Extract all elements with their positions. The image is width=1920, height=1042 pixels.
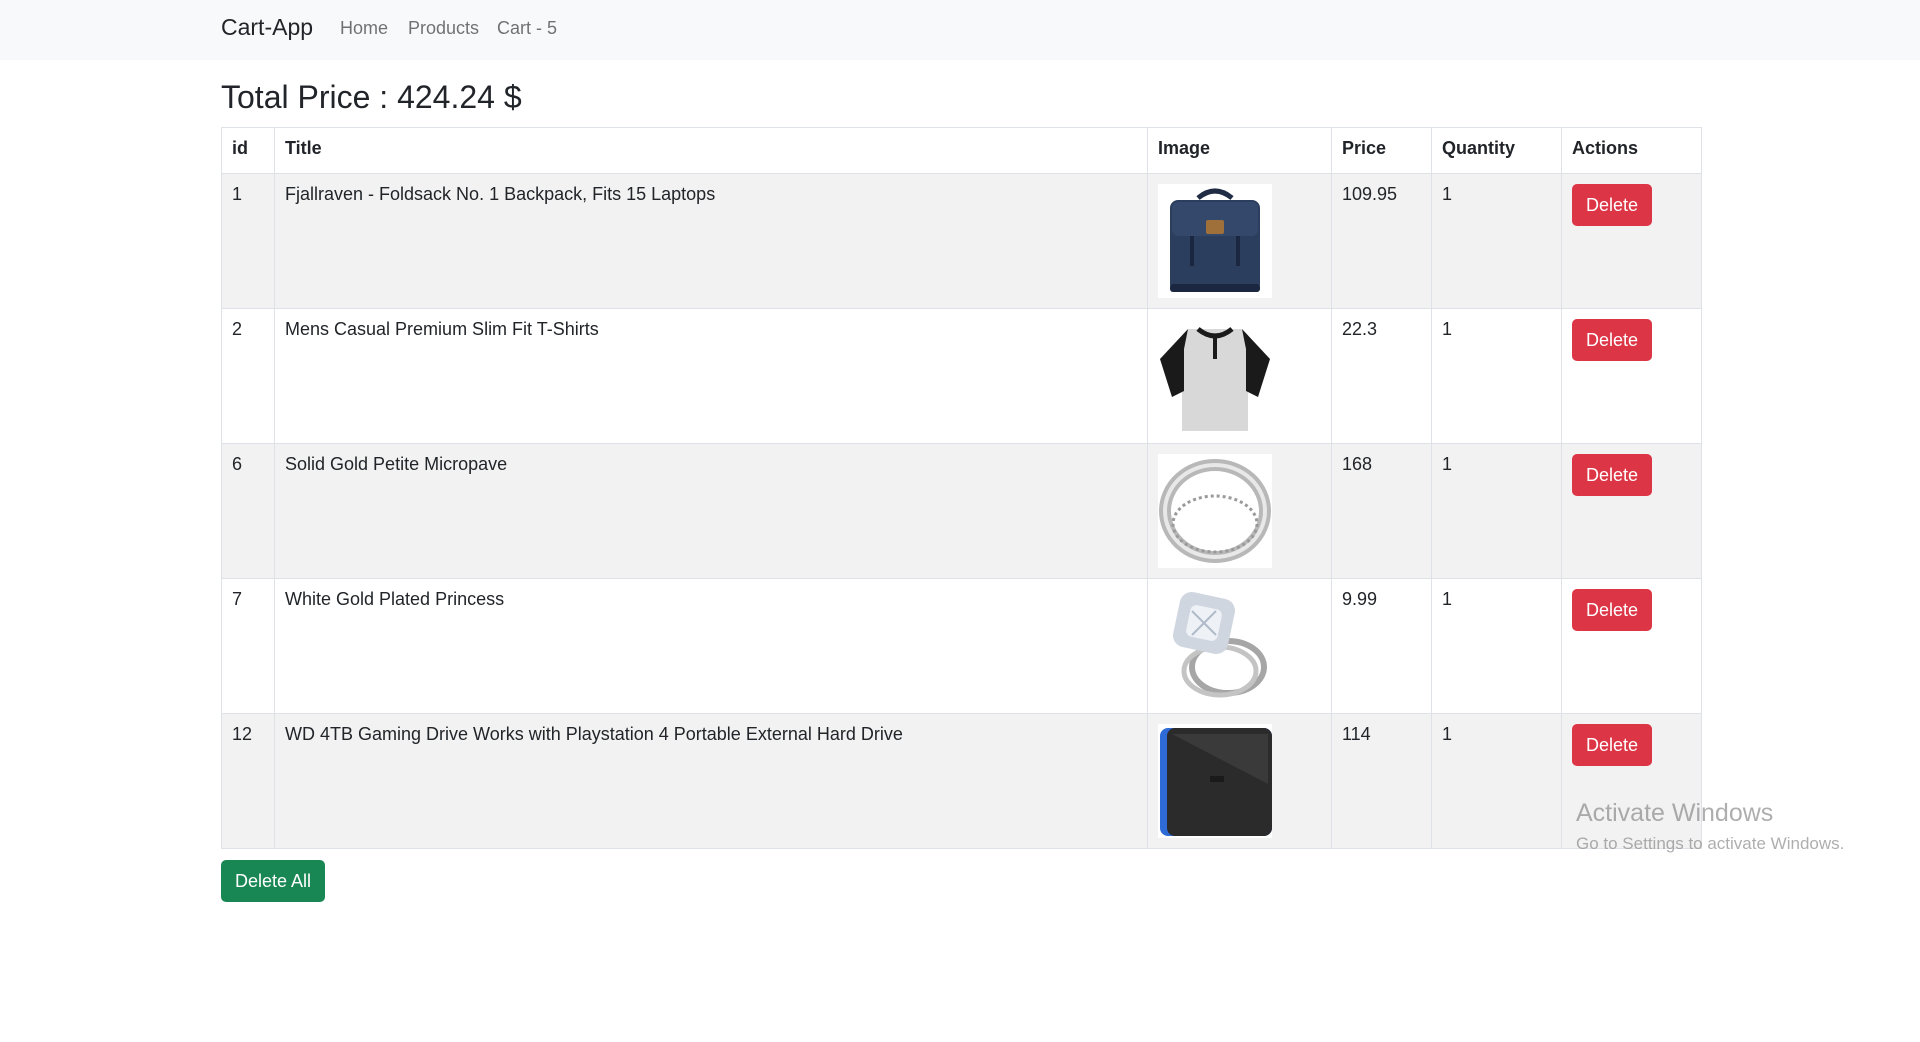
- cell-actions: Delete: [1561, 443, 1702, 579]
- table-row: 6 Solid Gold Petite Micropave 168 1 Dele…: [221, 443, 1702, 579]
- table-row: 1 Fjallraven - Foldsack No. 1 Backpack, …: [221, 173, 1702, 309]
- column-header-title: Title: [274, 127, 1148, 174]
- t-shirt-image: [1158, 319, 1272, 433]
- delete-button[interactable]: Delete: [1572, 589, 1653, 631]
- cart-table: id Title Image Price Quantity Actions 1 …: [221, 127, 1702, 849]
- column-header-image: Image: [1147, 127, 1332, 174]
- navbar: Cart-App Home Products Cart - 5: [0, 0, 1920, 60]
- cell-title: Solid Gold Petite Micropave: [274, 443, 1148, 579]
- ring-image: [1158, 454, 1272, 568]
- backpack-image: [1158, 184, 1272, 298]
- hard-drive-image: [1158, 724, 1272, 838]
- table-row: 12 WD 4TB Gaming Drive Works with Playst…: [221, 713, 1702, 849]
- windows-activation-watermark: Activate Windows Go to Settings to activ…: [1576, 798, 1844, 856]
- cell-image: [1147, 443, 1332, 579]
- diamond-ring-image: [1158, 589, 1272, 703]
- cell-price: 9.99: [1331, 578, 1432, 714]
- delete-button[interactable]: Delete: [1572, 319, 1653, 361]
- cell-price: 22.3: [1331, 308, 1432, 444]
- cell-image: [1147, 308, 1332, 444]
- table-row: 7 White Gold Plated Princess 9.99 1 Dele…: [221, 578, 1702, 714]
- delete-button[interactable]: Delete: [1572, 454, 1653, 496]
- cell-id: 1: [221, 173, 275, 309]
- cell-image: [1147, 173, 1332, 309]
- cell-actions: Delete: [1561, 308, 1702, 444]
- cell-price: 109.95: [1331, 173, 1432, 309]
- cell-image: [1147, 578, 1332, 714]
- cell-image: [1147, 713, 1332, 849]
- cell-title: Mens Casual Premium Slim Fit T-Shirts: [274, 308, 1148, 444]
- nav-link-products[interactable]: Products: [408, 18, 479, 39]
- cell-actions: Delete: [1561, 578, 1702, 714]
- cell-actions: Delete: [1561, 173, 1702, 309]
- cell-quantity: 1: [1431, 443, 1562, 579]
- delete-button[interactable]: Delete: [1572, 724, 1653, 766]
- table-row: 2 Mens Casual Premium Slim Fit T-Shirts …: [221, 308, 1702, 444]
- cell-id: 12: [221, 713, 275, 849]
- watermark-subtitle: Go to Settings to activate Windows.: [1576, 834, 1845, 853]
- table-header-row: id Title Image Price Quantity Actions: [221, 127, 1702, 174]
- navbar-brand[interactable]: Cart-App: [221, 14, 313, 41]
- watermark-title: Activate Windows: [1576, 799, 1774, 827]
- column-header-id: id: [221, 127, 275, 174]
- cell-quantity: 1: [1431, 578, 1562, 714]
- cell-title: White Gold Plated Princess: [274, 578, 1148, 714]
- cell-title: WD 4TB Gaming Drive Works with Playstati…: [274, 713, 1148, 849]
- cell-id: 6: [221, 443, 275, 579]
- cell-id: 7: [221, 578, 275, 714]
- delete-button[interactable]: Delete: [1572, 184, 1653, 226]
- cell-title: Fjallraven - Foldsack No. 1 Backpack, Fi…: [274, 173, 1148, 309]
- column-header-actions: Actions: [1561, 127, 1702, 174]
- column-header-quantity: Quantity: [1431, 127, 1562, 174]
- nav-link-cart[interactable]: Cart - 5: [497, 18, 557, 39]
- nav-link-home[interactable]: Home: [340, 18, 388, 39]
- cell-quantity: 1: [1431, 713, 1562, 849]
- delete-all-button[interactable]: Delete All: [221, 860, 326, 902]
- cell-id: 2: [221, 308, 275, 444]
- cell-quantity: 1: [1431, 173, 1562, 309]
- cell-price: 168: [1331, 443, 1432, 579]
- total-price: Total Price : 424.24 $: [221, 79, 522, 115]
- column-header-price: Price: [1331, 127, 1432, 174]
- cell-quantity: 1: [1431, 308, 1562, 444]
- cell-price: 114: [1331, 713, 1432, 849]
